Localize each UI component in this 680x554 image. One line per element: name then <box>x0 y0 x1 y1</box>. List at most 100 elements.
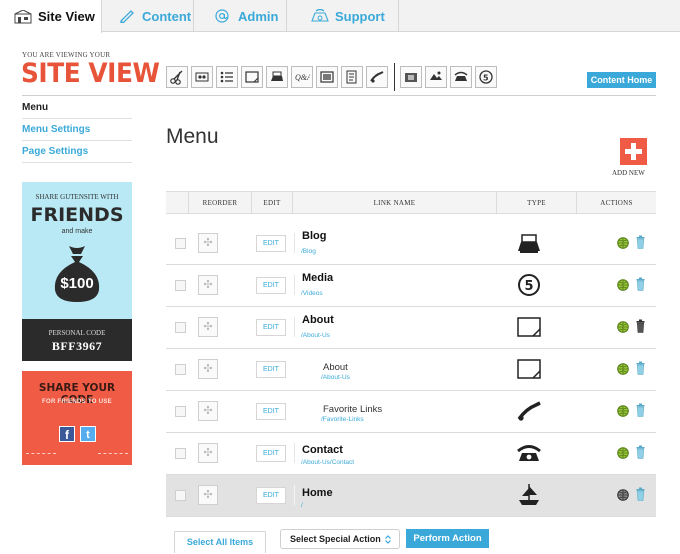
trash-icon[interactable] <box>636 319 645 333</box>
link-url[interactable]: /About-Us <box>301 332 330 339</box>
link-icon[interactable] <box>366 66 388 88</box>
typewriter-icon[interactable] <box>266 66 288 88</box>
link-icon <box>517 401 541 421</box>
link-url[interactable]: /Videos <box>301 290 323 297</box>
row-checkbox[interactable] <box>175 322 186 333</box>
trash-icon[interactable] <box>636 235 645 249</box>
header-edit: EDIT <box>251 192 292 213</box>
add-new-button[interactable] <box>620 138 647 165</box>
link-url[interactable]: / <box>301 502 303 509</box>
link-name[interactable]: Blog <box>302 230 326 242</box>
add-new-label[interactable]: ADD NEW <box>612 169 645 177</box>
document-icon[interactable] <box>341 66 363 88</box>
drag-handle-icon[interactable]: ✣ <box>198 275 218 295</box>
globe-icon[interactable] <box>617 321 629 333</box>
row-checkbox[interactable] <box>175 364 186 375</box>
drag-handle-icon[interactable]: ✣ <box>198 485 218 505</box>
drag-handle-icon[interactable]: ✣ <box>198 317 218 337</box>
drag-handle-icon[interactable]: ✣ <box>198 359 218 379</box>
globe-icon[interactable] <box>617 279 629 291</box>
drag-handle-icon[interactable]: ✣ <box>198 233 218 253</box>
scissors-icon[interactable] <box>166 66 188 88</box>
content-home-button[interactable]: Content Home <box>587 72 656 88</box>
svg-text:5: 5 <box>525 279 534 294</box>
edit-button[interactable]: EDIT <box>256 403 286 420</box>
row-bracket <box>294 443 300 463</box>
link-name[interactable]: Home <box>302 487 333 499</box>
list-icon[interactable] <box>216 66 238 88</box>
link-name[interactable]: Media <box>302 272 333 284</box>
row-checkbox[interactable] <box>175 280 186 291</box>
edit-button[interactable]: EDIT <box>256 361 286 378</box>
tab-content[interactable]: Content <box>102 0 194 32</box>
twitter-icon[interactable]: t <box>80 426 96 442</box>
special-action-select[interactable]: Select Special Action <box>280 529 400 549</box>
promo-code-panel: PERSONAL CODE BFF3967 <box>22 319 132 361</box>
globe-icon[interactable] <box>617 489 629 501</box>
tab-label: Support <box>335 8 385 24</box>
globe-icon[interactable] <box>617 237 629 249</box>
tape-icon[interactable] <box>191 66 213 88</box>
header-select-column <box>166 192 188 213</box>
decorative-dash <box>98 453 128 454</box>
tab-admin[interactable]: Admin <box>194 0 287 32</box>
special-action-value: Select Special Action <box>290 534 381 544</box>
link-name[interactable]: Favorite Links <box>323 404 382 415</box>
header-actions: ACTIONS <box>576 192 656 213</box>
menu-table-header: REORDER EDIT LINK NAME TYPE ACTIONS <box>166 191 656 214</box>
typewriter-icon <box>518 234 540 253</box>
rotary-phone-icon[interactable] <box>450 66 472 88</box>
tab-site-view[interactable]: Site View <box>0 0 102 33</box>
drag-handle-icon[interactable]: ✣ <box>198 401 218 421</box>
trash-icon[interactable] <box>636 403 645 417</box>
share-friends-promo[interactable]: SHARE GUTENSITE WITH FRIENDS and make $1… <box>22 182 132 361</box>
edit-button[interactable]: EDIT <box>256 487 286 504</box>
link-url[interactable]: /About-Us/Contact <box>301 459 354 466</box>
sidebar-item-menu-settings[interactable]: Menu Settings <box>22 124 132 141</box>
facebook-icon[interactable]: f <box>59 426 75 442</box>
globe-icon[interactable] <box>617 447 629 459</box>
edit-button[interactable]: EDIT <box>256 319 286 336</box>
page-icon <box>517 359 541 379</box>
row-checkbox[interactable] <box>175 406 186 417</box>
edit-button[interactable]: EDIT <box>256 235 286 252</box>
table-row: ✣ EDIT Home / <box>166 475 656 517</box>
edit-button[interactable]: EDIT <box>256 445 286 462</box>
globe-icon[interactable] <box>617 405 629 417</box>
site-view-title: SITE VIEW <box>21 58 160 89</box>
link-url[interactable]: /Favorite-Links <box>321 416 364 423</box>
gallery-icon[interactable] <box>316 66 338 88</box>
globe-icon[interactable] <box>617 363 629 375</box>
top-tab-bar: Site View Content Admin Support <box>0 0 680 33</box>
qa-icon[interactable]: Q&A <box>291 66 313 88</box>
table-row: ✣ EDIT Contact /About-Us/Contact <box>166 433 656 475</box>
select-all-button[interactable]: Select All Items <box>174 531 266 553</box>
perform-action-button[interactable]: Perform Action <box>406 529 489 548</box>
link-url[interactable]: /About-Us <box>321 374 350 381</box>
trash-icon[interactable] <box>636 361 645 375</box>
trash-icon[interactable] <box>636 487 645 501</box>
page-icon[interactable] <box>241 66 263 88</box>
media-icon[interactable]: 5 <box>475 66 497 88</box>
drag-handle-icon[interactable]: ✣ <box>198 443 218 463</box>
share-code-caption: FOR FRIENDS TO USE <box>42 399 112 405</box>
image-icon[interactable] <box>400 66 422 88</box>
link-url[interactable]: /Blog <box>301 248 316 255</box>
sidebar-item-menu[interactable]: Menu <box>22 102 132 119</box>
trash-icon[interactable] <box>636 277 645 291</box>
link-name[interactable]: About <box>323 362 348 373</box>
sidebar-item-page-settings[interactable]: Page Settings <box>22 146 132 163</box>
row-checkbox[interactable] <box>175 238 186 249</box>
row-bracket <box>294 275 300 295</box>
row-checkbox[interactable] <box>175 448 186 459</box>
table-row: ✣ EDIT Favorite Links /Favorite-Links <box>166 391 656 433</box>
edit-button[interactable]: EDIT <box>256 277 286 294</box>
toolbar-divider <box>394 63 395 91</box>
share-code-promo[interactable]: SHARE YOUR CODE FOR FRIENDS TO USE f t <box>22 371 132 465</box>
row-checkbox[interactable] <box>175 490 186 501</box>
tab-support[interactable]: Support <box>287 0 399 32</box>
link-name[interactable]: About <box>302 314 334 326</box>
gallery-alt-icon[interactable] <box>425 66 447 88</box>
trash-icon[interactable] <box>636 445 645 459</box>
link-name[interactable]: Contact <box>302 444 343 456</box>
